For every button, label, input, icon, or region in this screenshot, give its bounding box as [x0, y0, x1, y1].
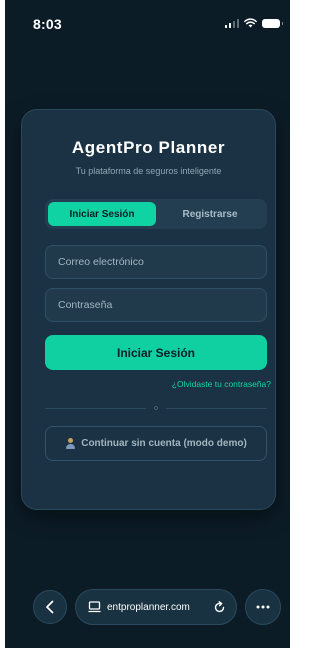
url-text: entproplanner.com [107, 601, 190, 613]
back-button[interactable] [33, 590, 67, 624]
brand-title: AgentPro Planner [71, 138, 226, 157]
password-field[interactable]: Contraseña [45, 288, 267, 322]
reload-icon[interactable] [213, 600, 226, 614]
tab-icon [88, 601, 101, 613]
more-icon [256, 605, 270, 609]
address-bar[interactable]: entproplanner.com [75, 589, 237, 625]
status-time: 8:03 [33, 16, 62, 32]
browser-toolbar: entproplanner.com [5, 586, 290, 630]
brand-tagline: Tu plataforma de seguros inteligente [75, 166, 222, 176]
person-icon [65, 438, 76, 449]
divider-line-left [45, 407, 147, 409]
divider-label: o [154, 404, 158, 412]
forgot-password-link[interactable]: ¿Olvidaste tu contraseña? [172, 379, 271, 389]
chevron-left-icon [46, 600, 54, 614]
divider: o [45, 402, 267, 414]
login-button[interactable]: Iniciar Sesión [45, 335, 267, 370]
auth-tabs: Iniciar Sesión Registrarse [45, 199, 267, 229]
email-field[interactable]: Correo electrónico [45, 245, 267, 279]
status-icons [224, 17, 283, 29]
login-card: AgentPro Planner Tu plataforma de seguro… [21, 109, 276, 510]
battery-icon [262, 18, 283, 28]
status-bar: 8:03 [5, 0, 290, 46]
tab-register[interactable]: Registrarse [156, 202, 264, 226]
demo-mode-button[interactable]: Continuar sin cuenta (modo demo) [45, 426, 267, 461]
signal-icon [224, 18, 239, 28]
divider-line-right [165, 407, 267, 409]
wifi-icon [244, 18, 257, 28]
tab-login[interactable]: Iniciar Sesión [48, 202, 156, 226]
app-screen: 8:03 AgentPro Planner Tu plataforma de s… [5, 0, 290, 648]
more-button[interactable] [245, 589, 281, 625]
demo-mode-label: Continuar sin cuenta (modo demo) [81, 438, 247, 449]
